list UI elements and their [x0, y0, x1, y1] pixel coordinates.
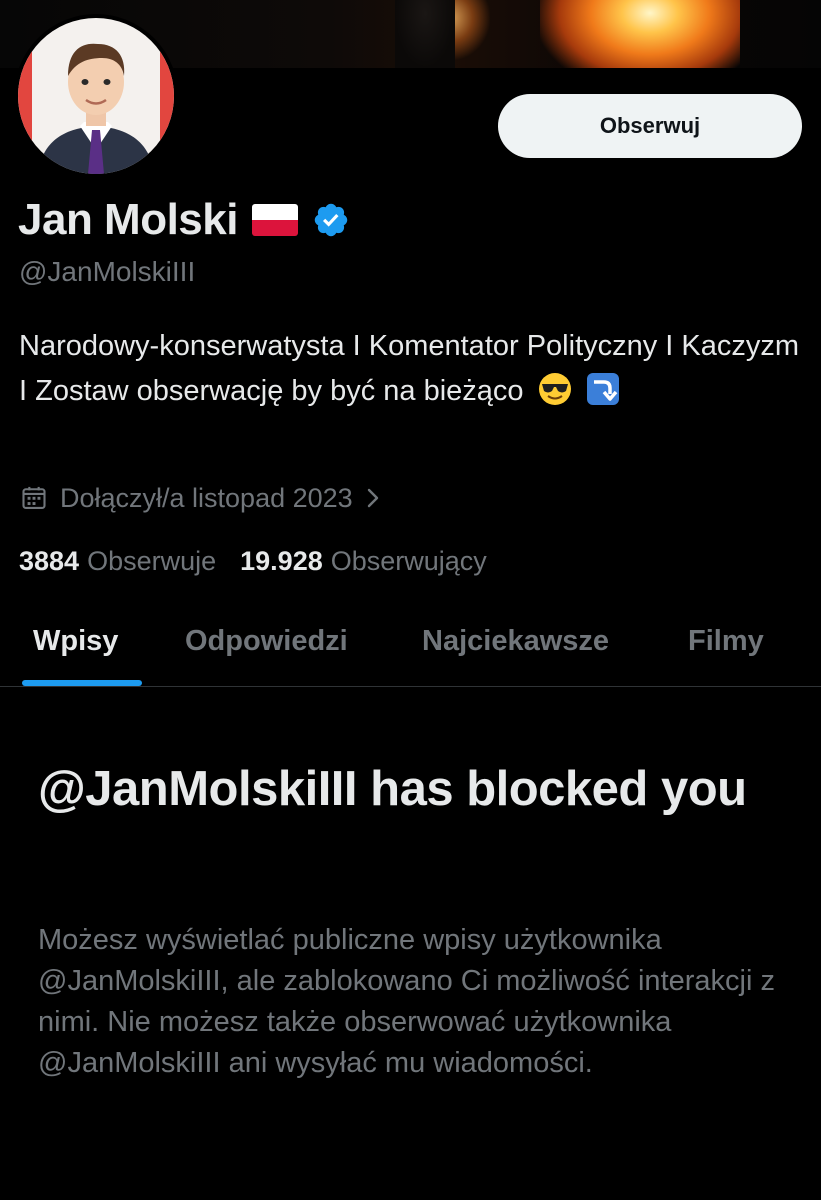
active-tab-indicator [22, 680, 142, 686]
blocked-title: @JanMolskiIII has blocked you [38, 762, 747, 816]
tab-filmy[interactable]: Filmy [688, 596, 764, 686]
following-count: 3884 [19, 545, 80, 576]
avatar[interactable] [14, 14, 178, 178]
followers-stat[interactable]: 19.928 Obserwujący [240, 546, 487, 577]
blocked-description: Możesz wyświetlać publiczne wpisy użytko… [38, 924, 775, 1079]
banner-fire [540, 0, 740, 68]
tab-najciekawsze[interactable]: Najciekawsze [422, 596, 609, 686]
poland-flag-icon [251, 204, 298, 236]
following-label: Obserwuje [87, 545, 217, 576]
verified-badge-icon[interactable] [312, 201, 350, 239]
followers-count: 19.928 [240, 545, 323, 576]
joined-date[interactable]: Dołączył/a listopad 2023 [20, 478, 381, 518]
following-stat[interactable]: 3884 Obserwuje [19, 546, 216, 577]
follow-button[interactable]: Obserwuj [498, 94, 802, 158]
display-name: Jan Molski [18, 195, 238, 244]
followers-label: Obserwujący [330, 545, 487, 576]
profile-bio: Narodowy-konserwatysta I Komentator Poli… [19, 324, 809, 414]
avatar-illustration [18, 18, 174, 174]
banner-figure [395, 0, 455, 68]
tab-odpowiedzi[interactable]: Odpowiedzi [185, 596, 348, 686]
profile-name-row: Jan Molski [18, 192, 350, 248]
right-arrow-curving-down-emoji [586, 373, 619, 405]
chevron-right-icon [367, 488, 378, 508]
profile-handle: @JanMolskiIII [19, 256, 196, 287]
calendar-icon [22, 486, 46, 509]
tab-wpisy[interactable]: Wpisy [33, 596, 118, 686]
bio-text: Narodowy-konserwatysta I Komentator Poli… [19, 330, 800, 407]
smiling-face-with-sunglasses-emoji [538, 373, 571, 405]
joined-label: Dołączył/a listopad 2023 [60, 482, 353, 513]
profile-tabs: Wpisy Odpowiedzi Najciekawsze Filmy [0, 596, 821, 687]
profile-stats: 3884 Obserwuje 19.928 Obserwujący [19, 541, 511, 581]
